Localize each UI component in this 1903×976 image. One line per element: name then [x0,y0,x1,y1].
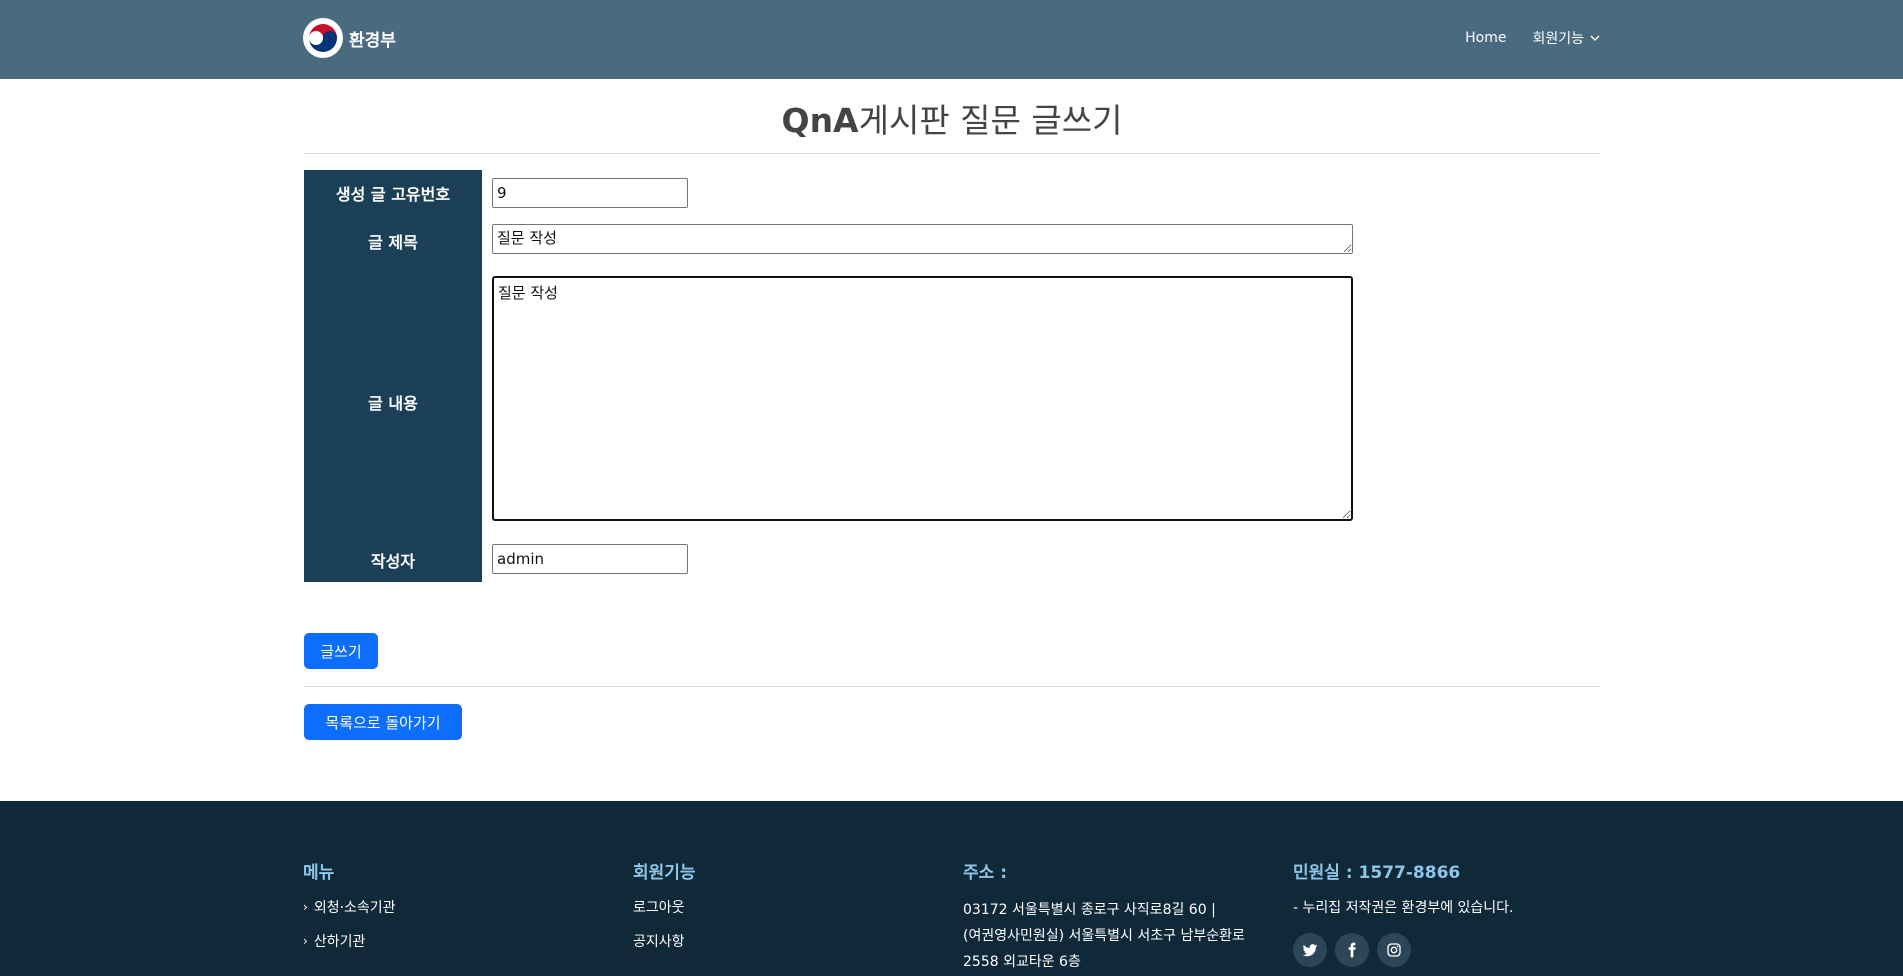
footer-address-line: 03172 서울특별시 종로구 사직로8길 60 | [963,902,1216,918]
footer-menu-item-label: 산하기관 [313,934,366,950]
page-title: QnA게시판 질문 글쓰기 [303,94,1601,142]
footer-menu-item[interactable]: › 산하기관 [303,931,396,951]
title-divider [303,153,1601,154]
page-title-bold: QnA [781,101,859,140]
footer-menu-heading: 메뉴 [303,863,335,883]
twitter-icon[interactable] [1293,933,1327,967]
logo-text: 환경부 [349,30,396,51]
chevron-right-icon: › [303,900,308,914]
footer-member-column: 회원기능 로그아웃 공지사항 [633,858,696,965]
form-divider [303,686,1601,687]
nav-member-dropdown[interactable]: 회원기능 [1532,28,1600,48]
footer-contact-column: 민원실 : 1577-8866 - 누리집 저작권은 환경부에 있습니다. [1293,858,1514,967]
site-logo[interactable]: 환경부 [303,18,396,58]
footer-logout-link[interactable]: 로그아웃 [633,897,696,917]
chevron-down-icon [1590,35,1600,41]
nav-home-link[interactable]: Home [1465,30,1506,46]
post-id-label: 생성 글 고유번호 [304,170,482,216]
chevron-right-icon: › [303,934,308,948]
footer-address-text: 03172 서울특별시 종로구 사직로8길 60 | (여권영사민원실) 서울특… [963,897,1273,975]
post-title-input[interactable]: 질문 작성 [492,224,1353,254]
footer-menu-item-label: 외청·소속기관 [313,900,396,916]
submit-post-button[interactable]: 글쓰기 [304,633,378,669]
footer-address-line: (여권영사민원실) 서울특별시 서초구 남부순환로 [963,928,1245,944]
page-title-rest: 게시판 질문 글쓰기 [858,101,1123,140]
footer-contact-heading: 민원실 : 1577-8866 [1293,863,1461,883]
nav-member-label: 회원기능 [1532,31,1584,47]
footer-address-heading: 주소 : [963,863,1007,883]
top-navbar: 환경부 Home 회원기능 [0,0,1903,79]
social-links [1293,933,1514,967]
footer-menu-column: 메뉴 › 외청·소속기관 › 산하기관 [303,858,396,965]
taegeuk-logo-icon [303,18,343,58]
post-title-label: 글 제목 [304,216,482,266]
instagram-icon[interactable] [1377,933,1411,967]
footer-notice-link[interactable]: 공지사항 [633,931,696,951]
back-to-list-button[interactable]: 목록으로 돌아가기 [304,704,462,740]
facebook-icon[interactable] [1335,933,1369,967]
footer-menu-item[interactable]: › 외청·소속기관 [303,897,396,917]
writer-label: 작성자 [304,538,482,582]
footer-copyright: - 누리집 저작권은 환경부에 있습니다. [1293,900,1514,916]
post-id-input[interactable] [492,178,688,208]
nav-menu: Home 회원기능 [1465,28,1600,48]
writer-input[interactable] [492,544,688,574]
footer-address-line: 2558 외교타운 6층 [963,954,1081,970]
footer-member-heading: 회원기능 [633,863,696,883]
site-footer [0,801,1903,976]
footer-address-column: 주소 : 03172 서울특별시 종로구 사직로8길 60 | (여권영사민원실… [963,858,1273,975]
post-content-label: 글 내용 [304,266,482,538]
post-content-textarea[interactable]: 질문 작성 [492,276,1353,521]
